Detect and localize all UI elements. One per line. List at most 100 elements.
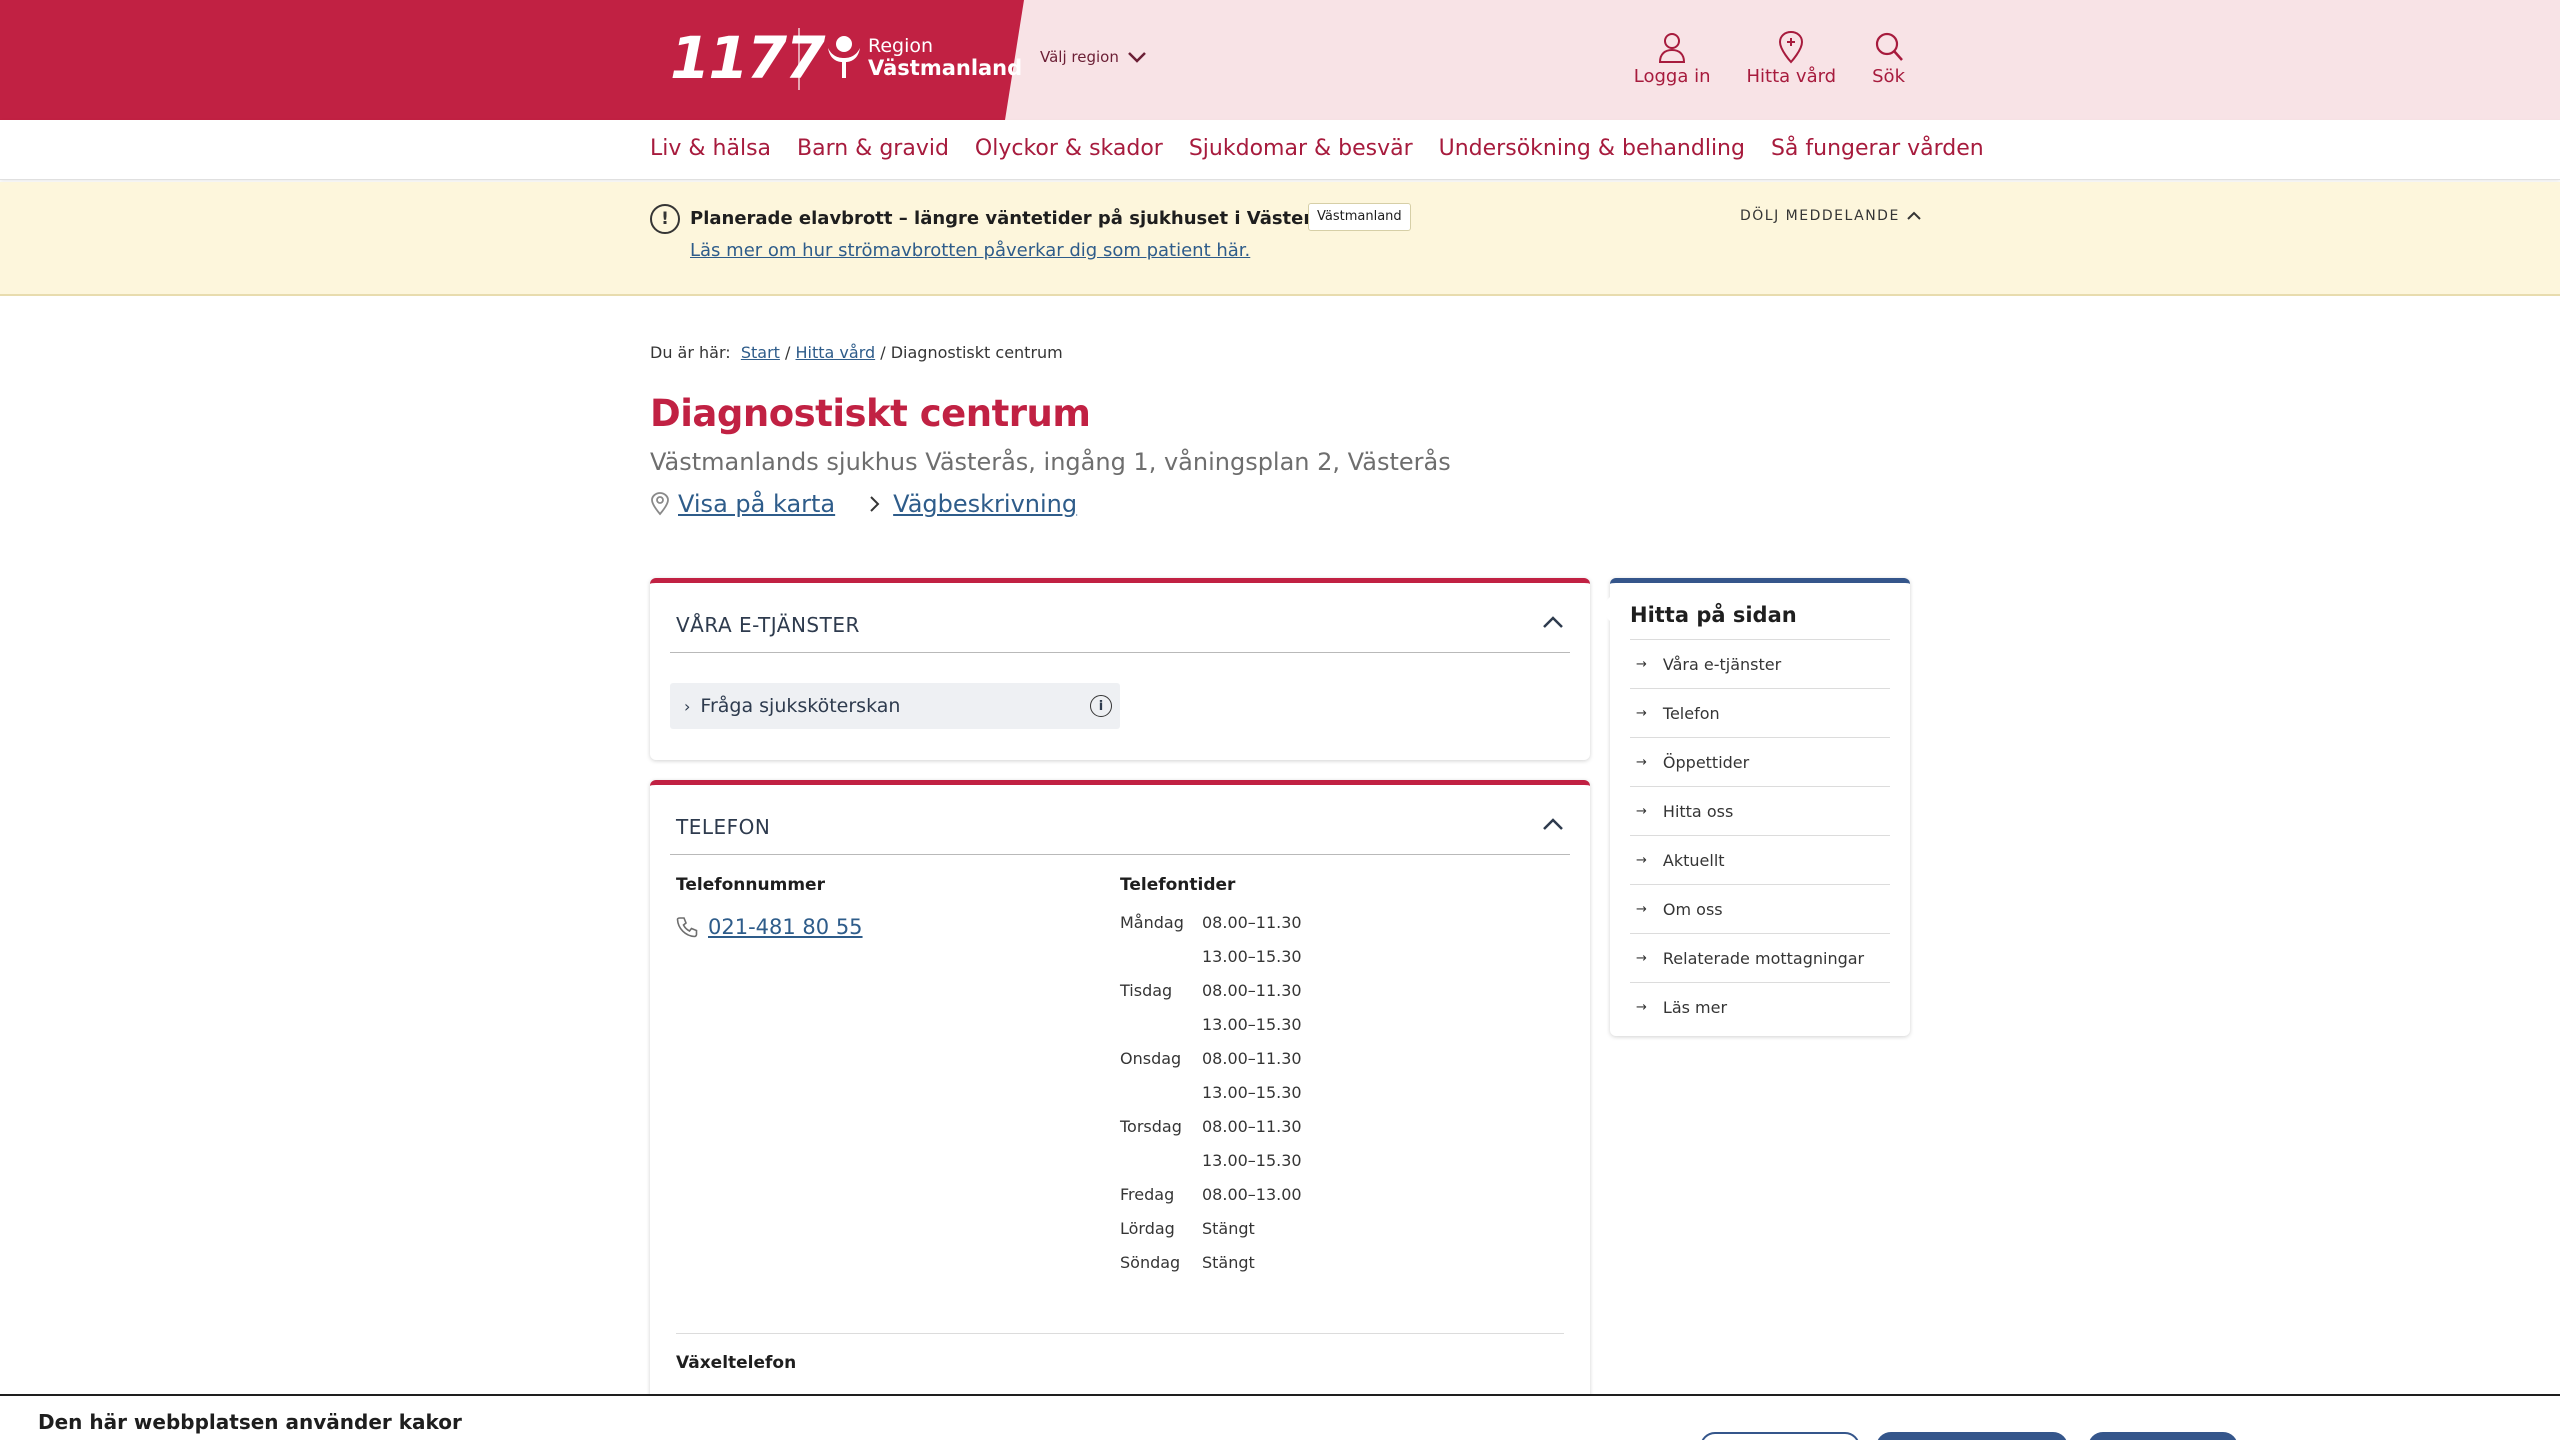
- breadcrumb-prefix: Du är här:: [650, 343, 731, 362]
- telefon-title: TELEFON: [676, 815, 771, 839]
- show-on-map-link[interactable]: Visa på karta: [650, 490, 835, 518]
- login-label: Logga in: [1633, 66, 1711, 87]
- directions-label: Vägbeskrivning: [893, 490, 1078, 518]
- nav-item-sa-fungerar-varden[interactable]: Så fungerar vården: [1771, 136, 1984, 161]
- location-pin-icon: [651, 492, 669, 516]
- exclamation-icon: !: [650, 204, 680, 234]
- nav-item-barn-gravid[interactable]: Barn & gravid: [797, 136, 949, 161]
- cookie-banner: Den här webbplatsen använder kakor: [0, 1394, 2560, 1440]
- breadcrumb-separator: /: [880, 343, 891, 362]
- hide-message-button[interactable]: DÖLJ MEDDELANDE: [1740, 208, 1922, 224]
- hours-time: 08.00–13.00: [1202, 1185, 1302, 1204]
- sidenav-item-eservices[interactable]: → Våra e-tjänster: [1630, 640, 1890, 689]
- hours-time: 08.00–11.30: [1202, 981, 1302, 1000]
- hide-message-label: DÖLJ MEDDELANDE: [1740, 208, 1900, 224]
- hours-time: 13.00–15.30: [1202, 1151, 1302, 1170]
- arrow-right-icon: →: [1636, 901, 1647, 917]
- arrow-right-icon: →: [1636, 705, 1647, 721]
- search-label: Sök: [1872, 66, 1905, 87]
- breadcrumb-separator: /: [785, 343, 796, 362]
- region-emblem-icon: [828, 36, 860, 78]
- login-button[interactable]: Logga in: [1634, 30, 1711, 87]
- sidenav-item-find-us[interactable]: → Hitta oss: [1630, 787, 1890, 836]
- chevron-right-icon: ›: [684, 696, 691, 716]
- main-nav-list: Liv & hälsa Barn & gravid Olyckor & skad…: [650, 136, 1984, 161]
- arrow-right-icon: →: [1636, 1000, 1647, 1015]
- eservices-title: VÅRA E-TJÄNSTER: [676, 613, 860, 637]
- cookie-accept-necessary-button[interactable]: [1876, 1432, 2068, 1440]
- breadcrumb-current: Diagnostiskt centrum: [890, 343, 1063, 362]
- region-text: Region Västmanland: [868, 35, 1022, 79]
- breadcrumb-find-care-link[interactable]: Hitta vård: [796, 343, 876, 362]
- arrow-right-icon: →: [1636, 950, 1647, 966]
- sidenav-item-related-clinics[interactable]: → Relaterade mottagningar: [1630, 934, 1890, 983]
- hours-time: 13.00–15.30: [1202, 1083, 1302, 1102]
- search-button[interactable]: Sök: [1872, 30, 1905, 87]
- chevron-right-icon: [870, 496, 880, 512]
- sidenav-item-news[interactable]: → Aktuellt: [1630, 836, 1890, 885]
- hours-day: Fredag: [1120, 1185, 1175, 1204]
- arrow-right-icon: →: [1636, 754, 1647, 770]
- chevron-up-icon: [1543, 616, 1563, 628]
- alert-banner: ! Planerade elavbrott – längre väntetide…: [0, 182, 2560, 296]
- nav-item-sjukdomar-besvar[interactable]: Sjukdomar & besvär: [1189, 136, 1413, 161]
- map-pin-icon: [1779, 30, 1804, 64]
- nav-item-liv-halsa[interactable]: Liv & hälsa: [650, 136, 771, 161]
- site-header: 1177 Region Västmanland Välj region Logg…: [0, 0, 2560, 120]
- header-actions: Logga in Hitta vård Sök: [1634, 30, 1905, 87]
- cookie-title: Den här webbplatsen använder kakor: [38, 1410, 462, 1434]
- breadcrumb: Du är här: Start / Hitta vård / Diagnost…: [650, 343, 1063, 362]
- sidenav-item-opening-hours[interactable]: → Öppettider: [1630, 738, 1890, 787]
- phone-number: 021-481 80 55: [708, 915, 863, 939]
- on-page-navigation: Hitta på sidan → Våra e-tjänster → Telefon…: [1598, 578, 1910, 1036]
- region-name: Västmanland: [868, 56, 1023, 80]
- hours-time: 08.00–11.30: [1202, 1049, 1302, 1068]
- telefon-header[interactable]: TELEFON: [670, 785, 1570, 855]
- sidenav-item-read-more[interactable]: → Läs mer: [1630, 983, 1890, 1032]
- location-links: Visa på karta Vägbeskrivning: [650, 490, 1077, 518]
- sidenav-item-telefon[interactable]: → Telefon: [1630, 689, 1890, 738]
- nav-item-olyckor-skador[interactable]: Olyckor & skador: [975, 136, 1163, 161]
- hours-day: Torsdag: [1120, 1117, 1182, 1136]
- find-care-label: Hitta vård: [1746, 66, 1837, 87]
- cookie-accept-all-button[interactable]: [2088, 1432, 2238, 1440]
- choose-region-button[interactable]: Välj region: [1040, 48, 1147, 66]
- sidenav-item-label: Telefon: [1662, 703, 1720, 723]
- sidenav-notch: [1598, 597, 1610, 621]
- choose-region-label: Välj region: [1040, 48, 1119, 66]
- hours-day: Tisdag: [1120, 981, 1173, 1000]
- sidenav-list: → Våra e-tjänster → Telefon → Öppettider → H…: [1630, 639, 1890, 1032]
- alert-read-more-link[interactable]: Läs mer om hur strömavbrotten påverkar d…: [690, 238, 1250, 264]
- sidenav-item-label: Hitta oss: [1662, 801, 1734, 821]
- nav-item-undersokning-behandling[interactable]: Undersökning & behandling: [1439, 136, 1745, 161]
- sidenav-title: Hitta på sidan: [1630, 603, 1797, 627]
- telefon-card: TELEFON Telefonnummer 021-481 80 55 Tele…: [650, 780, 1590, 1440]
- ask-nurse-label: Fråga sjuksköterskan: [700, 695, 901, 717]
- hours-time: 08.00–11.30: [1202, 913, 1302, 932]
- hours-time: Stängt: [1202, 1253, 1255, 1272]
- eservices-header[interactable]: VÅRA E-TJÄNSTER: [670, 583, 1570, 653]
- sidenav-item-about[interactable]: → Om oss: [1630, 885, 1890, 934]
- logo-divider: [798, 28, 800, 90]
- sidenav-item-label: Relaterade mottagningar: [1662, 948, 1865, 968]
- phone-number-link[interactable]: 021-481 80 55: [676, 915, 863, 939]
- arrow-right-icon: →: [1636, 656, 1647, 672]
- sidenav-item-label: Om oss: [1662, 899, 1723, 919]
- alert-region-badge: Västmanland: [1308, 203, 1411, 231]
- switchboard-label: Växeltelefon: [676, 1353, 797, 1373]
- hours-day: Måndag: [1120, 913, 1184, 932]
- region-logo[interactable]: Region Västmanland: [826, 34, 1022, 80]
- hours-time: 13.00–15.30: [1202, 947, 1302, 966]
- directions-link[interactable]: Vägbeskrivning: [865, 490, 1077, 518]
- info-icon[interactable]: i: [1090, 695, 1112, 717]
- cookie-settings-button[interactable]: [1700, 1432, 1860, 1440]
- hours-time: 13.00–15.30: [1202, 1015, 1302, 1034]
- find-care-button[interactable]: Hitta vård: [1746, 30, 1837, 87]
- logo-1177[interactable]: 1177: [670, 28, 825, 88]
- breadcrumb-start-link[interactable]: Start: [741, 343, 780, 362]
- arrow-right-icon: →: [1636, 803, 1647, 819]
- page-title: Diagnostiskt centrum: [650, 392, 1091, 435]
- hours-time: Stängt: [1202, 1219, 1255, 1238]
- ask-nurse-button[interactable]: › Fråga sjuksköterskan i: [670, 683, 1120, 729]
- sidenav-item-label: Våra e-tjänster: [1662, 654, 1782, 674]
